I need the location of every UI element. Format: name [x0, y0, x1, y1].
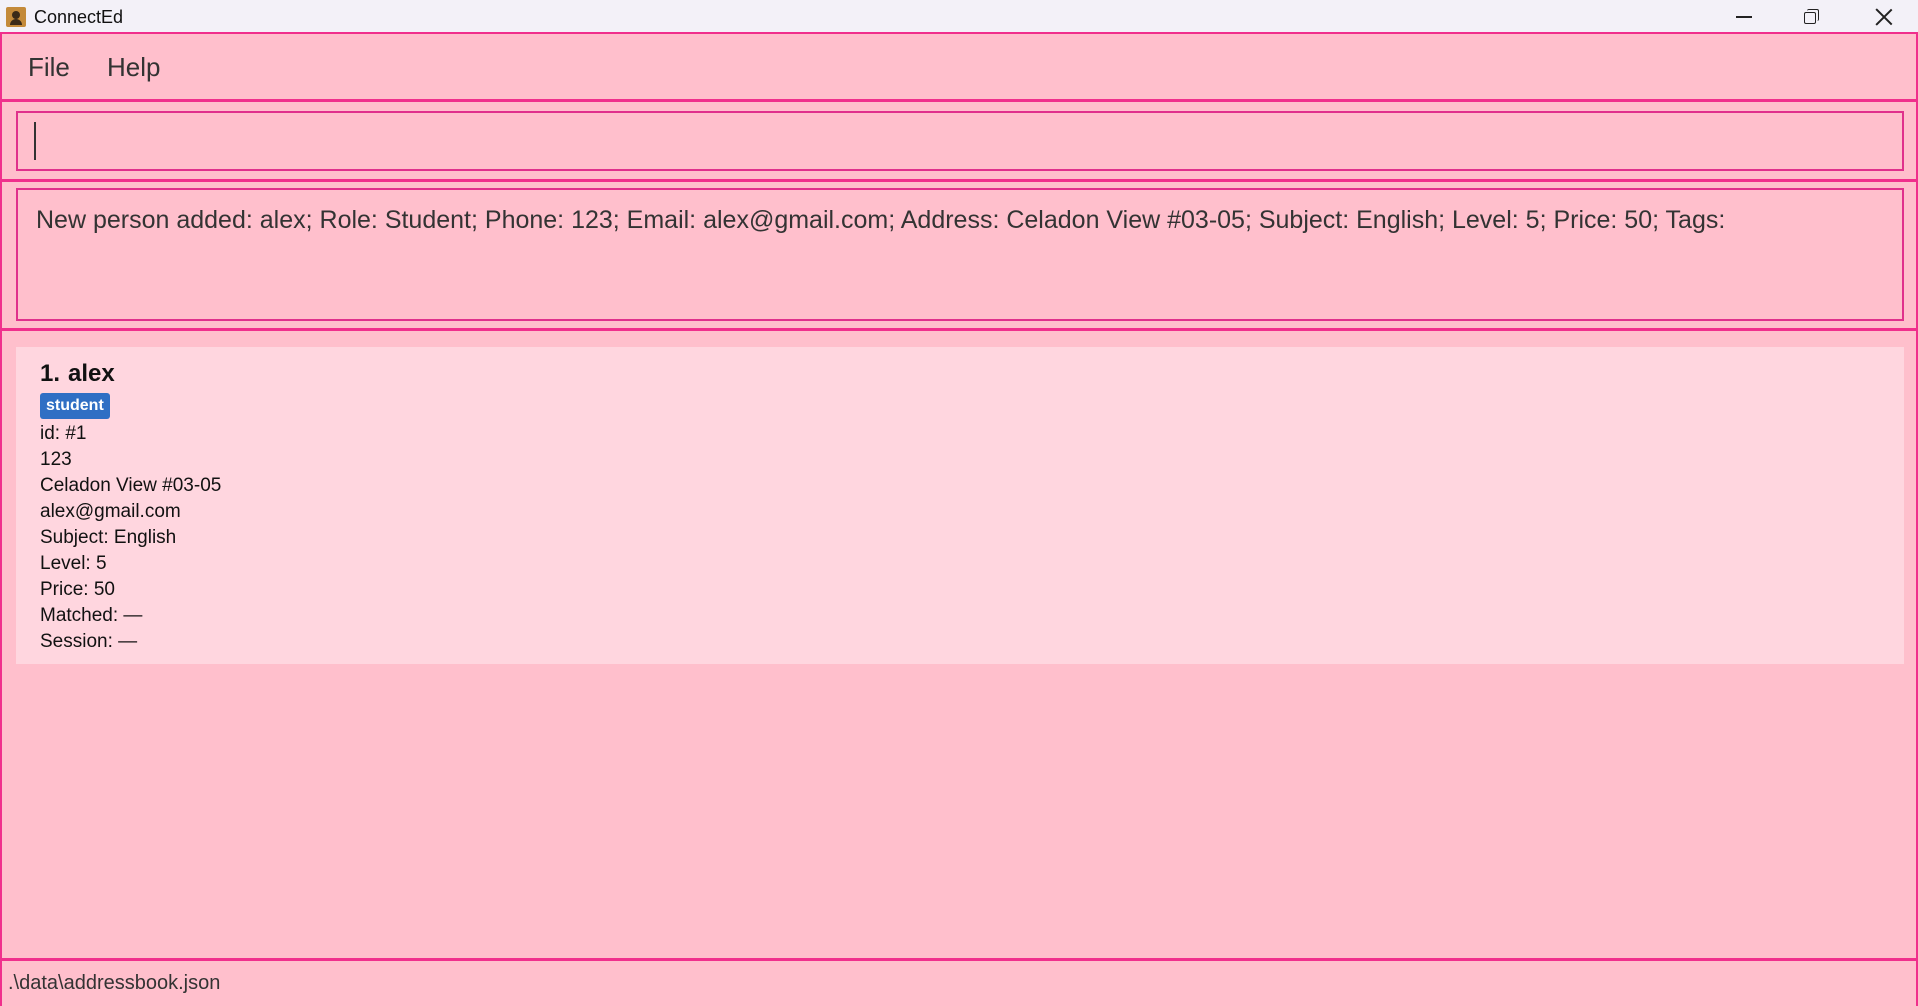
- status-bar-path: .\data\addressbook.json: [8, 972, 221, 994]
- minimize-icon: [1736, 16, 1752, 18]
- command-input[interactable]: [16, 111, 1904, 171]
- person-index: 1.: [40, 360, 61, 387]
- person-address: Celadon View #03-05: [40, 475, 222, 496]
- divider: [0, 179, 1918, 182]
- app-icon: [6, 7, 26, 27]
- divider: [0, 958, 1918, 961]
- restore-icon: [1804, 9, 1820, 25]
- person-phone: 123: [40, 449, 72, 470]
- text-caret: [34, 122, 36, 160]
- person-card-title: 1. alex: [40, 360, 123, 388]
- window-title: ConnectEd: [34, 7, 124, 27]
- menu-file[interactable]: File: [28, 52, 70, 83]
- person-email: alex@gmail.com: [40, 501, 181, 522]
- result-message: New person added: alex; Role: Student; P…: [36, 206, 1726, 234]
- close-button[interactable]: [1850, 0, 1918, 34]
- minimize-button[interactable]: [1710, 0, 1778, 34]
- person-subject: Subject: English: [40, 527, 177, 548]
- person-level: Level: 5: [40, 553, 107, 574]
- menu-bar: File Help: [0, 34, 1918, 102]
- person-price: Price: 50: [40, 579, 115, 600]
- person-name: alex: [68, 360, 115, 387]
- person-matched: Matched: —: [40, 605, 143, 626]
- restore-button[interactable]: [1778, 0, 1846, 34]
- role-tag: student: [40, 393, 110, 419]
- close-icon: [1875, 8, 1893, 26]
- title-bar: ConnectEd: [0, 0, 1918, 34]
- person-session: Session: —: [40, 631, 138, 652]
- person-id: id: #1: [40, 423, 87, 444]
- menu-help[interactable]: Help: [107, 52, 160, 83]
- person-card[interactable]: 1. alex student id: #1 123 Celadon View #…: [16, 347, 1904, 664]
- result-display[interactable]: New person added: alex; Role: Student; P…: [16, 188, 1904, 321]
